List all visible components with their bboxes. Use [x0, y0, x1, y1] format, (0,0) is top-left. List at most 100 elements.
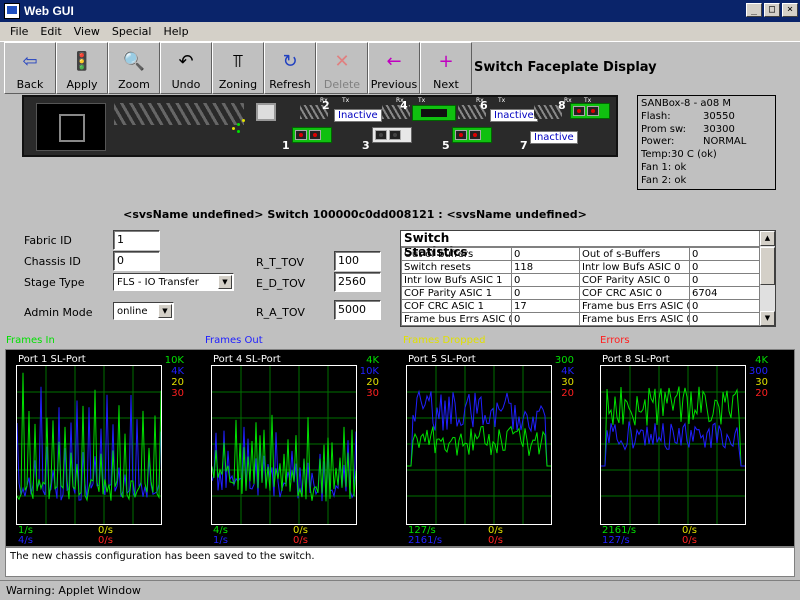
table-cell: 0 [511, 312, 580, 326]
port-charts-area: Port 1 SL-Port 10K 4K 20 30 1/s 4/s 0/s 0/s Port … [5, 349, 795, 547]
port-rxtx-label: Tx [418, 97, 426, 104]
rttov-input[interactable]: 100 [334, 251, 381, 271]
status-leds [232, 119, 246, 133]
undo-button[interactable]: ↶ Undo [160, 42, 212, 94]
menu-help[interactable]: Help [157, 25, 194, 38]
switch-model: SANBox-8 - a08 M [641, 98, 732, 109]
menu-file[interactable]: File [4, 25, 34, 38]
table-row: Frame bus Errs ASIC 0 0 Frame bus Errs ASI… [401, 312, 760, 326]
back-button[interactable]: ⇦ Back [4, 42, 56, 94]
chassis-id-label: Chassis ID [24, 255, 81, 268]
chart-rate-label: 0/s [98, 535, 113, 546]
close-button[interactable]: × [782, 3, 798, 17]
delete-icon: ✕ [334, 50, 350, 72]
delete-button[interactable]: ✕ Delete [316, 42, 368, 94]
table-cell: Frame bus Errs ASIC 0 [579, 312, 690, 326]
stage-type-value: FLS - IO Transfer [117, 276, 199, 288]
edtov-input[interactable]: 2560 [334, 272, 381, 292]
apply-button[interactable]: 🚦 Apply [56, 42, 108, 94]
port-4[interactable] [412, 105, 456, 121]
stats-grid: Out of buffers 0 Out of s-Buffers 0 Switch r… [401, 247, 760, 326]
previous-icon: ← [386, 50, 402, 72]
chassis-id-input[interactable]: 0 [113, 251, 160, 271]
chart-scale-label: 4K [366, 355, 379, 366]
stage-type-select[interactable]: FLS - IO Transfer ▼ [113, 273, 234, 291]
port-3[interactable] [372, 127, 412, 143]
toolbar-label: Previous [370, 78, 418, 91]
port-6-inactive-label[interactable]: Inactive [490, 109, 538, 122]
port-rxtx-label: Rx [396, 97, 404, 104]
chart-scale-label: 4K [171, 366, 184, 377]
next-button[interactable]: + Next [420, 42, 472, 94]
fan-1-status: Fan 1: ok [641, 161, 687, 173]
temperature: Temp:30 C (ok) [641, 149, 717, 161]
minimize-button[interactable]: _ [746, 3, 762, 17]
ratov-label: R_A_TOV [256, 306, 305, 319]
power-value: NORMAL [703, 136, 747, 148]
ratov-input[interactable]: 5000 [334, 300, 381, 320]
power-socket-icon [59, 114, 85, 142]
table-cell: Intr low Bufs ASIC 1 [401, 273, 512, 287]
menu-bar: File Edit View Special Help [0, 22, 800, 42]
edtov-label: E_D_TOV [256, 277, 306, 290]
zoom-button[interactable]: 🔍 Zoom [108, 42, 160, 94]
menu-view[interactable]: View [68, 25, 106, 38]
previous-button[interactable]: ← Previous [368, 42, 420, 94]
port-1[interactable] [292, 127, 332, 143]
port-number-5: 5 [442, 139, 450, 152]
port-chart-plot [406, 365, 552, 525]
chart-svg [16, 366, 162, 524]
switch-faceplate[interactable]: 1 2 Inactive 3 4 5 6 Inactive 7 Inactive… [22, 95, 618, 157]
fabric-id-label: Fabric ID [24, 234, 72, 247]
zoning-button[interactable]: ⫪ Zoning [212, 42, 264, 94]
port-chart-plot [600, 365, 746, 525]
table-cell: 0 [511, 273, 580, 287]
table-cell: 17 [511, 299, 580, 313]
menu-special[interactable]: Special [106, 25, 158, 38]
refresh-button[interactable]: ↻ Refresh [264, 42, 316, 94]
scroll-down-icon[interactable]: ▼ [760, 311, 775, 326]
scroll-up-icon[interactable]: ▲ [760, 231, 775, 246]
scroll-thumb[interactable] [760, 247, 775, 285]
chart-scale-label: 4K [755, 355, 768, 366]
port-5[interactable] [452, 127, 492, 143]
stats-title: Switch Statistics [404, 231, 468, 259]
chart-scale-label: 20 [755, 388, 768, 399]
toolbar-label: Back [16, 78, 44, 91]
chart-rate-label: 0/s [682, 535, 697, 546]
chevron-down-icon[interactable]: ▼ [218, 275, 232, 289]
port-chart-plot [211, 365, 357, 525]
port-2-inactive-label[interactable]: Inactive [334, 109, 382, 122]
switch-statistics-table[interactable]: Switch Statistics Out of buffers 0 Out of … [400, 230, 776, 327]
maximize-button[interactable]: □ [764, 3, 780, 17]
table-row: Out of buffers 0 Out of s-Buffers 0 [401, 247, 760, 261]
port-8[interactable] [570, 103, 610, 119]
undo-icon: ↶ [178, 50, 194, 72]
admin-mode-select[interactable]: online ▼ [113, 302, 174, 320]
chart-scale-label: 30 [755, 377, 768, 388]
menu-edit[interactable]: Edit [34, 25, 67, 38]
back-arrow-icon: ⇦ [22, 50, 38, 72]
stats-scrollbar[interactable]: ▲ ▼ [759, 231, 775, 326]
table-cell: 0 [689, 247, 760, 261]
fan-2-status: Fan 2: ok [641, 174, 687, 186]
magnifier-icon: 🔍 [122, 50, 146, 72]
table-row: Switch resets 118 Intr low Bufs ASIC 00 [401, 260, 760, 274]
chart-rate-label: 0/s [293, 535, 308, 546]
chevron-down-icon[interactable]: ▼ [158, 304, 172, 318]
traffic-light-icon: 🚦 [70, 50, 94, 72]
table-cell: COF Parity ASIC 1 [401, 286, 512, 300]
vent-grille [114, 103, 244, 125]
chart-scale-label: 4K [561, 366, 574, 377]
legend-errors: Errors [600, 335, 630, 346]
prom-label: Prom sw: [641, 123, 686, 135]
rttov-label: R_T_TOV [256, 256, 305, 269]
toolbar-label: Zoning [218, 78, 258, 91]
table-cell: COF CRC ASIC 1 [401, 299, 512, 313]
zoning-icon: ⫪ [232, 50, 244, 72]
port-7-inactive-label[interactable]: Inactive [530, 131, 578, 144]
fabric-id-input[interactable]: 1 [113, 230, 160, 250]
window-titlebar: Web GUI _ □ × [0, 0, 800, 22]
prom-value: 30300 [703, 123, 735, 135]
port-rxtx-label: Rx [564, 97, 572, 104]
